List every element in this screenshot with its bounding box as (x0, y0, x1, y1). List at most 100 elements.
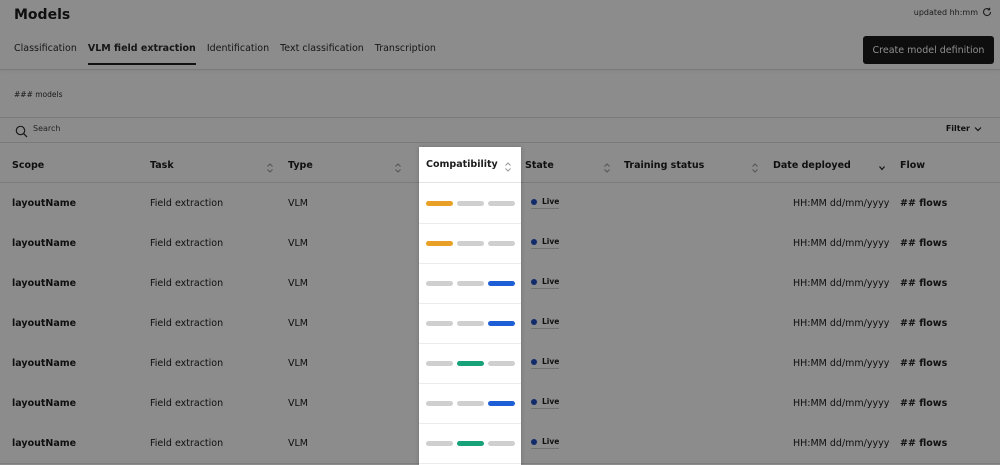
column-header-compatibility: Compatibility (426, 159, 498, 170)
task-cell: Field extraction (150, 317, 224, 329)
state-cell: Live (531, 263, 560, 303)
task-cell: Field extraction (150, 397, 224, 409)
search-icon (15, 123, 28, 138)
column-header-state[interactable]: State (525, 148, 554, 182)
create-model-definition-button[interactable]: Create model definition (863, 36, 994, 64)
sort-icon[interactable] (603, 159, 611, 173)
sort-icon[interactable] (394, 159, 402, 173)
filter-button[interactable]: Filter (946, 124, 982, 133)
compatibility-cell (419, 303, 521, 344)
compatibility-indicator (426, 240, 515, 246)
models-page: Models updated hh:mm Classification VLM f… (0, 0, 1000, 465)
column-header-flow: Flow (900, 159, 926, 171)
task-cell: Field extraction (150, 277, 224, 289)
chevron-down-icon (974, 125, 982, 133)
compatibility-bar (457, 400, 484, 406)
compatibility-cell (419, 223, 521, 264)
sort-icon[interactable] (751, 159, 759, 173)
tab-identification[interactable]: Identification (207, 43, 269, 65)
column-header-date-deployed[interactable]: Date deployed (773, 148, 851, 182)
status-badge: Live (531, 197, 560, 209)
type-cell: VLM (288, 277, 308, 289)
status-badge: Live (531, 277, 560, 289)
type-cell: VLM (288, 397, 308, 409)
refresh-icon[interactable] (982, 7, 992, 17)
flow-cell[interactable]: ## flows (900, 183, 947, 223)
task-cell: Field extraction (150, 357, 224, 369)
compatibility-cell (419, 263, 521, 304)
column-header-training-status[interactable]: Training status (624, 148, 704, 182)
compatibility-column-highlight: Compatibility (419, 147, 521, 465)
compatibility-indicator (426, 200, 515, 206)
flow-cell[interactable]: ## flows (900, 303, 947, 343)
date-deployed-cell: HH:MM dd/mm/yyyy (793, 397, 890, 409)
flow-cell[interactable]: ## flows (900, 343, 947, 383)
compatibility-indicator (426, 400, 515, 406)
compatibility-bar (488, 360, 515, 366)
state-cell: Live (531, 183, 560, 223)
status-badge: Live (531, 237, 560, 249)
compatibility-bar (426, 240, 453, 246)
compatibility-cell (419, 383, 521, 424)
type-cell: VLM (288, 317, 308, 329)
type-cell: VLM (288, 237, 308, 249)
compatibility-bar (457, 280, 484, 286)
page-header: Models updated hh:mm Classification VLM f… (0, 0, 1000, 70)
compatibility-bar (457, 240, 484, 246)
flow-cell[interactable]: ## flows (900, 423, 947, 463)
compatibility-bar (426, 440, 453, 446)
chevron-down-icon[interactable] (878, 159, 886, 171)
compatibility-bar (488, 440, 515, 446)
live-dot (531, 438, 537, 445)
scope-cell: layoutName (12, 357, 77, 369)
state-label: Live (542, 317, 560, 326)
compatibility-bar (457, 440, 484, 446)
live-dot (531, 198, 537, 205)
compatibility-cell (419, 423, 521, 464)
state-cell: Live (531, 343, 560, 383)
compatibility-cell (419, 183, 521, 224)
compatibility-indicator (426, 360, 515, 366)
task-cell: Field extraction (150, 197, 224, 209)
filter-label: Filter (945, 124, 970, 133)
column-header-scope: Scope (12, 159, 45, 171)
live-dot (531, 238, 537, 245)
tab-transcription[interactable]: Transcription (375, 43, 436, 65)
tab-vlm-field-extraction[interactable]: VLM field extraction (87, 43, 196, 65)
compatibility-bar (488, 280, 515, 286)
updated-indicator: updated hh:mm (914, 7, 992, 17)
type-cell: VLM (288, 437, 308, 449)
column-header-type[interactable]: Type (288, 148, 313, 182)
page-title: Models (14, 7, 71, 23)
scope-cell: layoutName (12, 397, 77, 409)
status-badge: Live (531, 357, 560, 369)
sort-icon[interactable] (504, 158, 512, 172)
tab-bar: Classification VLM field extraction Identi… (14, 43, 447, 65)
tab-text-classification[interactable]: Text classification (280, 43, 364, 65)
tab-classification[interactable]: Classification (14, 43, 77, 65)
date-deployed-cell: HH:MM dd/mm/yyyy (793, 357, 890, 369)
status-badge: Live (531, 397, 560, 409)
compatibility-bar (426, 400, 453, 406)
flow-cell[interactable]: ## flows (900, 223, 947, 263)
compatibility-bar (457, 200, 484, 206)
model-count: ### models (14, 90, 63, 99)
search-input[interactable]: Search (33, 124, 60, 133)
compatibility-bar (426, 320, 453, 326)
status-badge: Live (531, 317, 560, 329)
flow-cell[interactable]: ## flows (900, 263, 947, 303)
compatibility-indicator (426, 440, 515, 446)
state-cell: Live (531, 303, 560, 343)
compatibility-header[interactable]: Compatibility (419, 147, 521, 183)
live-dot (531, 358, 537, 365)
sort-icon[interactable] (266, 159, 274, 173)
date-deployed-cell: HH:MM dd/mm/yyyy (793, 317, 890, 329)
compatibility-bar (488, 400, 515, 406)
compatibility-indicator (426, 320, 515, 326)
flow-cell[interactable]: ## flows (900, 383, 947, 423)
compatibility-bar (457, 320, 484, 326)
column-header-task[interactable]: Task (150, 148, 174, 182)
compatibility-cell (419, 343, 521, 384)
type-cell: VLM (288, 357, 308, 369)
state-label: Live (542, 237, 560, 246)
